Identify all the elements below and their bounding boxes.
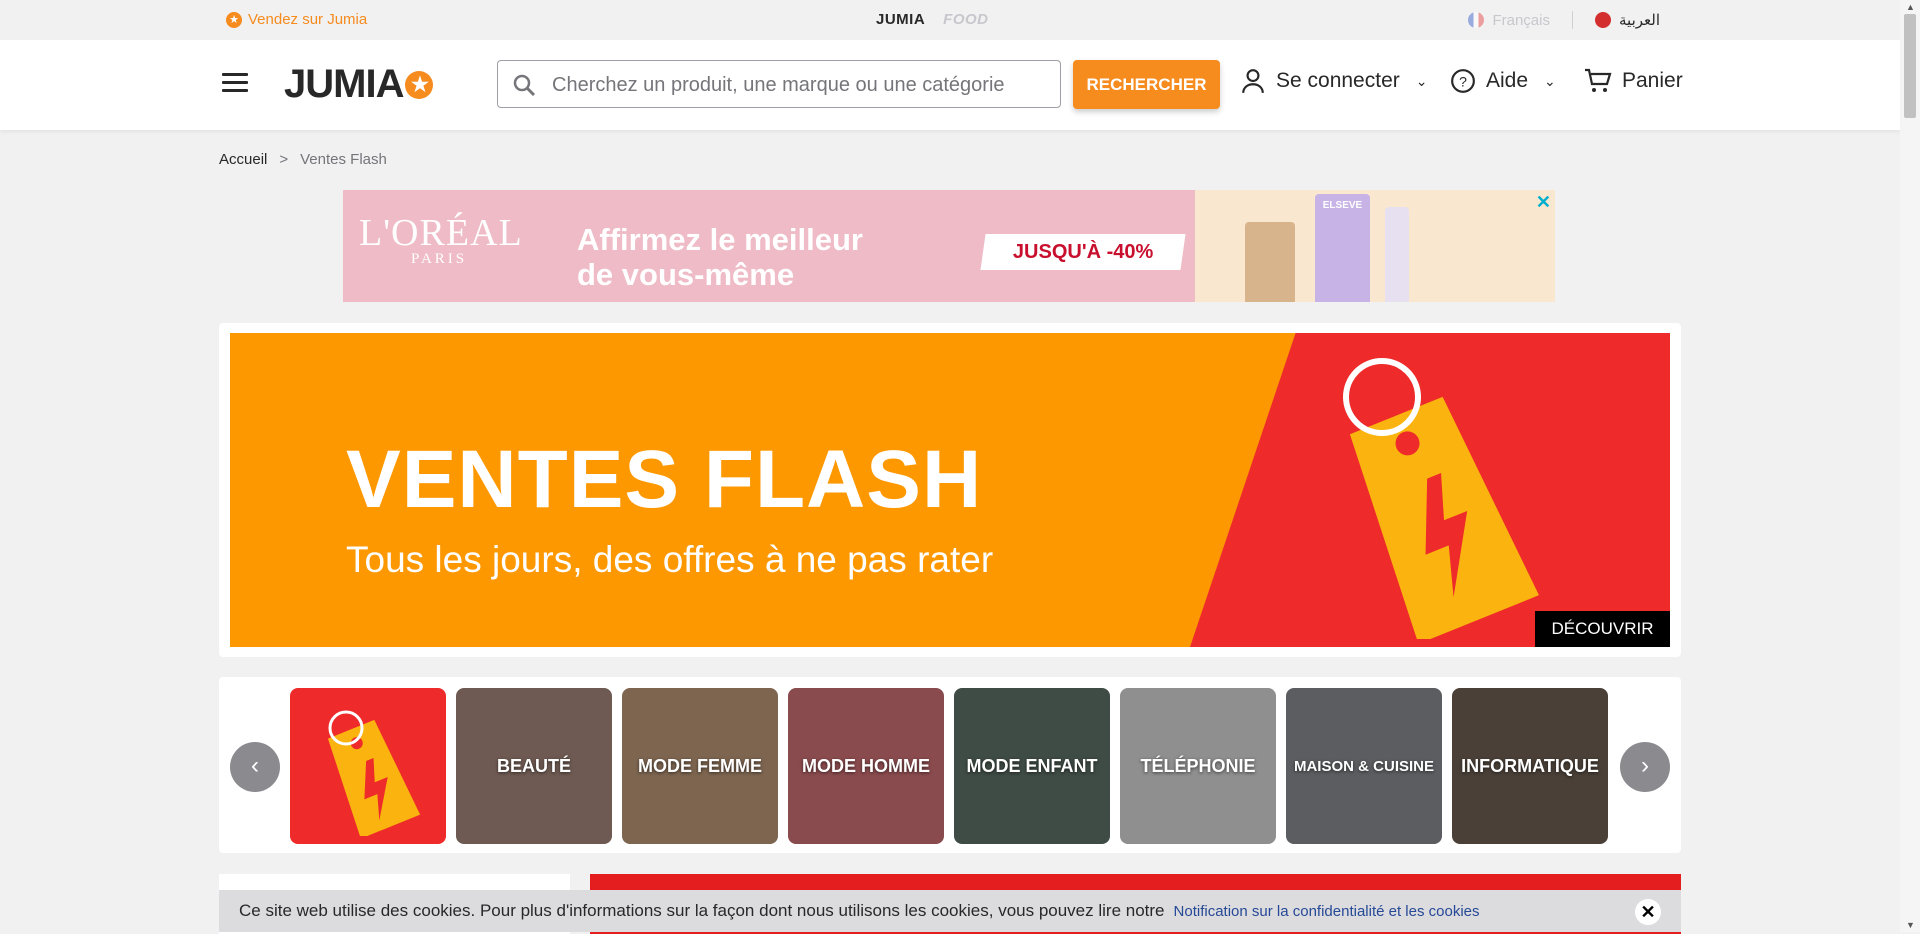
- ad-brand-logo: L'ORÉAL PARIS: [359, 214, 523, 268]
- product-jar: [1245, 222, 1295, 302]
- hamburger-menu-icon[interactable]: [222, 73, 248, 93]
- lang-french-label: Français: [1492, 11, 1550, 29]
- carousel-next-button[interactable]: ›: [1620, 742, 1670, 792]
- close-icon[interactable]: ✕: [1635, 899, 1661, 925]
- scrollbar-thumb[interactable]: [1904, 14, 1916, 118]
- category-label: MODE ENFANT: [966, 755, 1098, 776]
- category-mode-homme[interactable]: MODE HOMME: [788, 688, 944, 844]
- category-flash[interactable]: [290, 688, 446, 844]
- france-flag-icon: [1468, 12, 1485, 28]
- carousel-prev-button[interactable]: ‹: [230, 742, 280, 792]
- loreal-ad-banner[interactable]: L'ORÉAL PARIS Affirmez le meilleur de vo…: [343, 190, 1555, 302]
- user-icon: [1242, 69, 1264, 94]
- ad-brand-text: L'ORÉAL: [359, 212, 523, 254]
- category-mode-femme[interactable]: MODE FEMME: [622, 688, 778, 844]
- jumia-logo[interactable]: JUMIA ★: [284, 62, 434, 107]
- product-bottle: ELSEVE: [1315, 194, 1370, 302]
- breadcrumb-current: Ventes Flash: [300, 151, 387, 168]
- flash-tag-icon: [1343, 358, 1539, 639]
- ad-tagline: Affirmez le meilleur de vous-même: [577, 222, 863, 292]
- logo-text: JUMIA: [284, 62, 404, 106]
- product-serum: [1385, 207, 1409, 302]
- cart-icon: [1585, 68, 1612, 92]
- sell-on-jumia-link[interactable]: ★ Vendez sur Jumia: [226, 11, 367, 28]
- main-header: JUMIA ★ RECHERCHER Se connecter ⌄ ? Aide…: [0, 40, 1900, 130]
- top-strip: ★ Vendez sur Jumia JUMIA FOOD Français ا…: [0, 0, 1900, 40]
- product-label: ELSEVE: [1322, 200, 1363, 211]
- category-label: BEAUTÉ: [496, 755, 571, 776]
- scroll-up-icon[interactable]: ▲: [1906, 2, 1915, 12]
- help-label: Aide: [1486, 69, 1529, 92]
- jumia-brand-link[interactable]: JUMIA: [876, 11, 925, 28]
- cart-label: Panier: [1622, 69, 1683, 92]
- ad-promo-text: JUSQU'À -40%: [1012, 240, 1154, 263]
- chevron-down-icon: ⌄: [1544, 72, 1556, 89]
- ad-tagline-line1: Affirmez le meilleur: [577, 222, 863, 257]
- category-telephonie[interactable]: TÉLÉPHONIE: [1120, 688, 1276, 844]
- logo-star-icon: ★: [405, 70, 434, 99]
- morocco-flag-icon: [1595, 12, 1611, 28]
- search-button[interactable]: RECHERCHER: [1073, 60, 1220, 109]
- page-scrollbar[interactable]: ▲ ▼: [1900, 0, 1920, 932]
- category-label: MAISON & CUISINE: [1293, 757, 1434, 775]
- search-box: [497, 60, 1061, 109]
- svg-text:?: ?: [1459, 73, 1467, 89]
- language-switcher: Français العربية: [1468, 11, 1660, 29]
- hero-subtitle: Tous les jours, des offres à ne pas rate…: [346, 539, 994, 580]
- category-beaute[interactable]: BEAUTÉ: [456, 688, 612, 844]
- search-input[interactable]: [550, 61, 1054, 109]
- cart-link[interactable]: Panier: [1584, 68, 1683, 94]
- category-label: TÉLÉPHONIE: [1140, 755, 1256, 776]
- category-mode-enfant[interactable]: MODE ENFANT: [954, 688, 1110, 844]
- lang-french[interactable]: Français: [1468, 11, 1550, 29]
- privacy-policy-link[interactable]: Notification sur la confidentialité et l…: [1174, 903, 1480, 920]
- divider: [1572, 11, 1573, 29]
- category-informatique[interactable]: INFORMATIQUE: [1452, 688, 1608, 844]
- ad-close-icon[interactable]: ✕: [1536, 192, 1551, 213]
- lang-arabic-label: العربية: [1619, 12, 1660, 29]
- category-maison-cuisine[interactable]: MAISON & CUISINE: [1286, 688, 1442, 844]
- help-icon: ?: [1451, 69, 1475, 93]
- lang-arabic[interactable]: العربية: [1595, 11, 1660, 29]
- signin-label: Se connecter: [1276, 69, 1400, 92]
- breadcrumb: Accueil > Ventes Flash: [219, 151, 387, 168]
- cookie-message: Ce site web utilise des cookies. Pour pl…: [239, 901, 1165, 920]
- breadcrumb-home-link[interactable]: Accueil: [219, 151, 267, 168]
- signin-menu[interactable]: Se connecter ⌄: [1240, 68, 1427, 94]
- help-menu[interactable]: ? Aide ⌄: [1450, 68, 1556, 94]
- sell-label: Vendez sur Jumia: [248, 11, 368, 28]
- breadcrumb-separator: >: [279, 151, 289, 168]
- search-icon: [513, 74, 536, 97]
- category-label: INFORMATIQUE: [1461, 755, 1599, 776]
- category-label: MODE FEMME: [638, 755, 762, 776]
- discover-button[interactable]: DÉCOUVRIR: [1535, 611, 1670, 647]
- ad-promo-badge: JUSQU'À -40%: [980, 234, 1186, 270]
- flash-sales-hero-banner[interactable]: VENTES FLASH Tous les jours, des offres …: [230, 333, 1670, 647]
- category-label: MODE HOMME: [802, 755, 930, 776]
- chevron-down-icon: ⌄: [1415, 72, 1428, 89]
- scroll-down-icon[interactable]: ▼: [1906, 920, 1915, 930]
- jumia-food-link[interactable]: FOOD: [943, 11, 988, 28]
- brand-switcher: JUMIA FOOD: [876, 11, 989, 28]
- ad-tagline-line2: de vous-même: [577, 257, 795, 292]
- hero-title: VENTES FLASH: [346, 434, 983, 525]
- star-icon: ★: [226, 11, 242, 28]
- category-list: BEAUTÉ MODE FEMME MODE HOMME MODE ENFANT…: [290, 688, 1608, 844]
- flash-tag-icon: [327, 710, 421, 836]
- ad-product-image: ELSEVE: [1195, 190, 1555, 302]
- cookie-banner: Ce site web utilise des cookies. Pour pl…: [219, 890, 1681, 932]
